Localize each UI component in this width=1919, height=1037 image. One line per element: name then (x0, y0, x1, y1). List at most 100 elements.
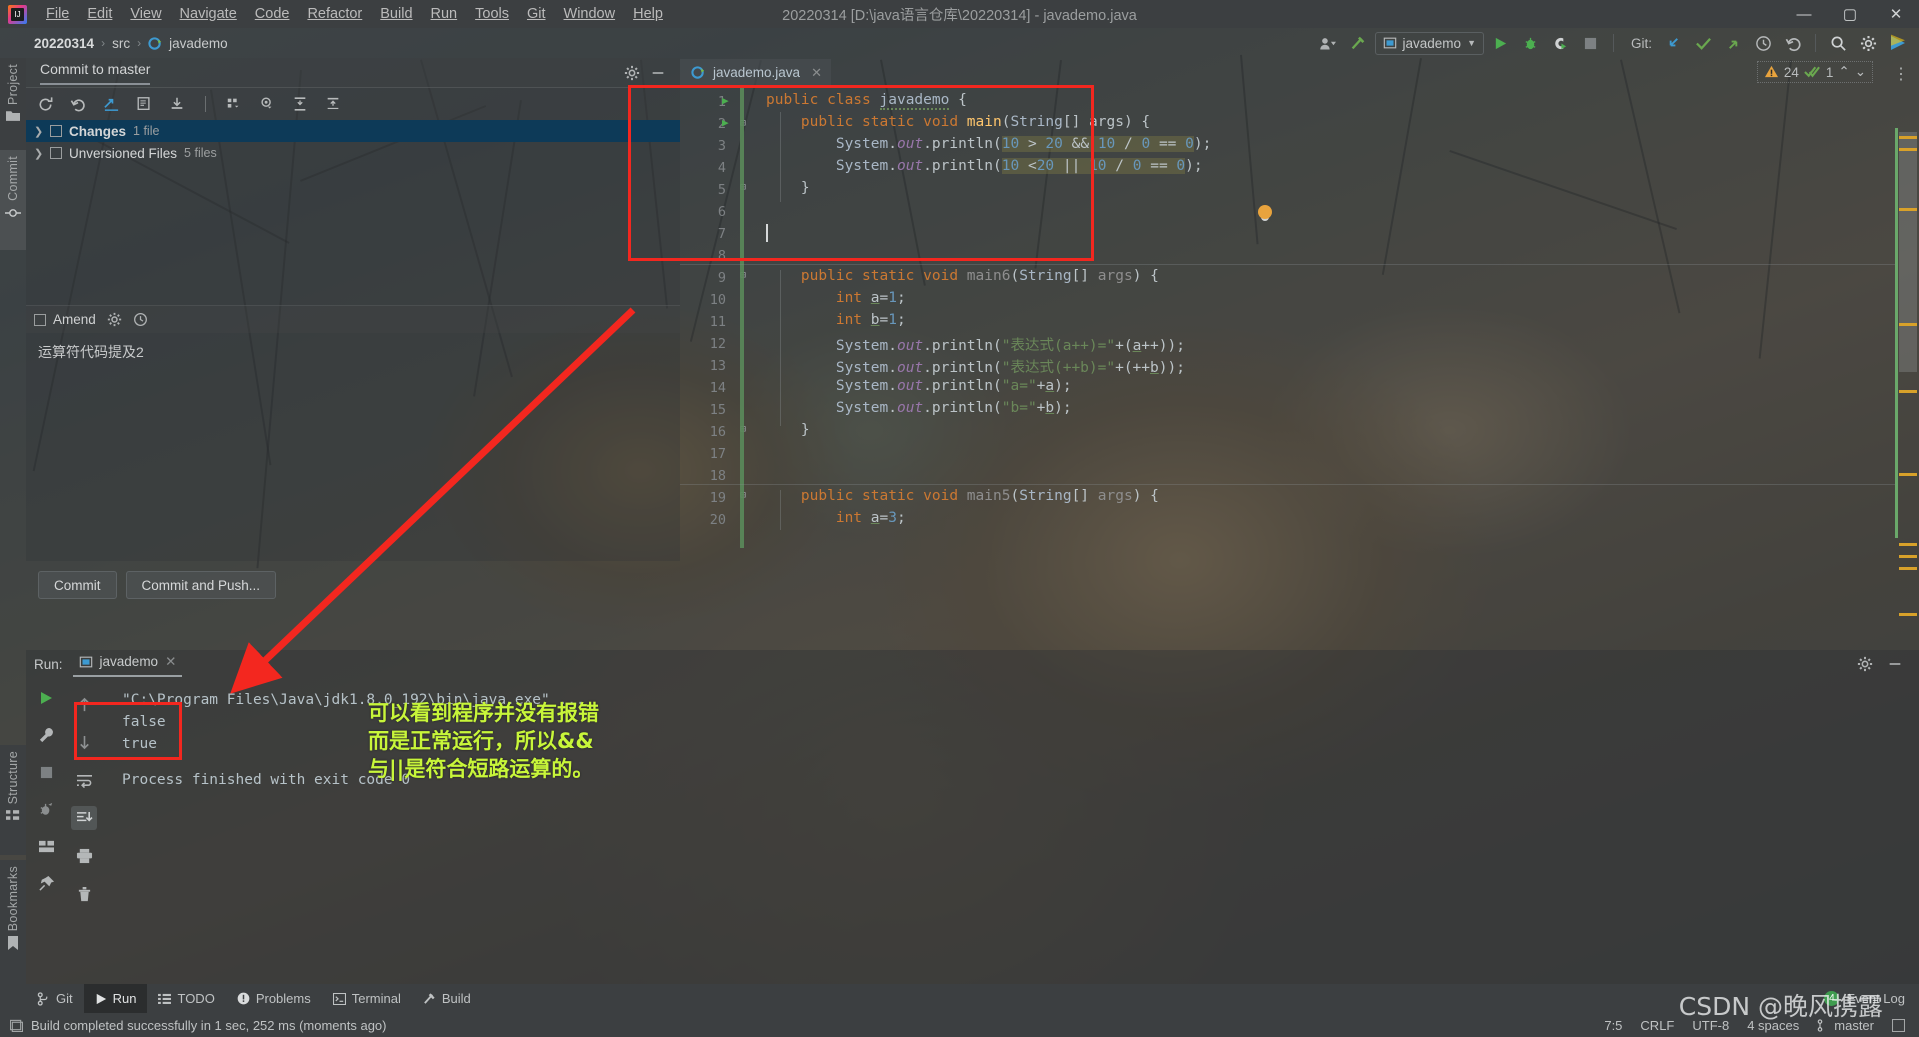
menu-item-navigate[interactable]: Navigate (171, 3, 246, 25)
problem-marker[interactable] (1899, 390, 1917, 393)
tool-button-run[interactable]: Run (83, 984, 148, 1013)
changes-checkbox[interactable] (50, 125, 62, 137)
rollback-icon[interactable] (68, 94, 88, 114)
prev-problem-icon[interactable]: ⌃ (1838, 64, 1849, 80)
close-button[interactable]: ✕ (1873, 0, 1919, 28)
settings-gear-icon[interactable] (624, 65, 640, 81)
settings-wrench-icon[interactable] (33, 723, 59, 747)
collapse-all-icon[interactable] (323, 94, 343, 114)
commit-button[interactable]: Commit (38, 571, 117, 599)
preview-icon[interactable] (257, 94, 277, 114)
menu-item-run[interactable]: Run (422, 3, 467, 25)
commit-message-history-icon[interactable] (133, 312, 148, 327)
menu-item-tools[interactable]: Tools (466, 3, 518, 25)
problem-marker[interactable] (1899, 136, 1917, 139)
ide-help-icon[interactable] (1885, 31, 1911, 55)
show-diff-icon[interactable] (134, 94, 154, 114)
close-icon[interactable]: ✕ (165, 654, 176, 670)
print-icon[interactable] (71, 844, 97, 868)
minimize-icon[interactable] (650, 65, 666, 81)
problem-marker[interactable] (1899, 323, 1917, 326)
problem-marker[interactable] (1899, 208, 1917, 211)
close-icon[interactable]: ✕ (811, 65, 822, 81)
run-tab-javademo[interactable]: javademo ✕ (72, 652, 183, 677)
commit-and-push-button[interactable]: Commit and Push... (125, 571, 277, 599)
group-by-icon[interactable] (224, 94, 244, 114)
tree-row-unversioned[interactable]: ❯ Unversioned Files 5 files (26, 142, 680, 164)
menu-item-file[interactable]: File (37, 3, 78, 25)
editor-options-icon[interactable]: ⋮ (1893, 64, 1919, 88)
amend-checkbox[interactable] (34, 313, 46, 326)
diff-icon[interactable] (101, 94, 121, 114)
git-push-icon[interactable] (1720, 31, 1746, 55)
breadcrumb-folder[interactable]: src (112, 36, 130, 51)
commit-options-gear-icon[interactable] (107, 312, 122, 327)
refresh-icon[interactable] (35, 94, 55, 114)
run-icon[interactable] (1488, 31, 1514, 55)
trash-icon[interactable] (71, 882, 97, 906)
pin-icon[interactable] (33, 871, 59, 895)
inspections-widget[interactable]: 24 1 ⌃ ⌄ (1756, 61, 1873, 83)
scroll-to-end-icon[interactable] (71, 806, 97, 830)
tree-row-changes[interactable]: ❯ Changes 1 file (26, 120, 680, 142)
coverage-icon[interactable] (1548, 31, 1574, 55)
rollback-icon[interactable] (1780, 31, 1806, 55)
menu-item-git[interactable]: Git (518, 3, 555, 25)
shelve-icon[interactable] (167, 94, 187, 114)
tool-button-terminal[interactable]: Terminal (322, 984, 412, 1013)
editor-tab-javademo[interactable]: javademo.java ✕ (680, 59, 831, 88)
user-icon[interactable] (1315, 31, 1341, 55)
tool-button-problems[interactable]: Problems (226, 984, 322, 1013)
sidebar-item-commit[interactable]: Commit (0, 150, 26, 226)
menu-item-view[interactable]: View (121, 3, 170, 25)
amend-checkbox-wrap[interactable]: Amend (34, 312, 96, 327)
problem-marker[interactable] (1899, 613, 1917, 616)
git-commit-icon[interactable] (1690, 31, 1716, 55)
sidebar-item-project[interactable]: Project (0, 58, 26, 128)
expand-all-icon[interactable] (290, 94, 310, 114)
settings-gear-icon[interactable] (1855, 31, 1881, 55)
breadcrumb-project[interactable]: 20220314 (34, 36, 94, 51)
tool-button-build[interactable]: Build (412, 984, 482, 1013)
caret-position[interactable]: 7:5 (1604, 1018, 1622, 1033)
problem-marker[interactable] (1899, 543, 1917, 546)
problem-marker[interactable] (1899, 473, 1917, 476)
editor-gutter[interactable]: 1 2 3 4 5 6 7 8 9 10 11 12 13 14 15 16 1… (680, 88, 736, 639)
problem-marker[interactable] (1899, 555, 1917, 558)
search-icon[interactable] (1825, 31, 1851, 55)
stop-icon[interactable] (33, 760, 59, 784)
minimize-icon[interactable] (1887, 656, 1903, 672)
problem-marker[interactable] (1899, 148, 1917, 151)
minimize-button[interactable]: — (1781, 0, 1827, 28)
editor-scrollbar[interactable] (1895, 118, 1919, 639)
commit-message-input[interactable]: 运算符代码提及2 (26, 333, 680, 561)
layout-icon[interactable] (33, 834, 59, 858)
kill-process-icon[interactable] (33, 797, 59, 821)
debug-icon[interactable] (1518, 31, 1544, 55)
breadcrumb-file[interactable]: javademo (169, 36, 228, 51)
notifications-icon[interactable] (1892, 1018, 1905, 1032)
scroll-down-icon[interactable] (71, 730, 97, 754)
line-separator[interactable]: CRLF (1640, 1018, 1674, 1033)
sidebar-item-bookmarks[interactable]: Bookmarks (0, 860, 26, 957)
intention-bulb-icon[interactable] (1258, 205, 1272, 219)
maximize-button[interactable]: ▢ (1827, 0, 1873, 28)
next-problem-icon[interactable]: ⌄ (1855, 64, 1866, 80)
menu-item-code[interactable]: Code (246, 3, 299, 25)
soft-wrap-icon[interactable] (71, 768, 97, 792)
tool-button-todo[interactable]: TODO (147, 984, 225, 1013)
menu-item-window[interactable]: Window (555, 3, 625, 25)
chevron-right-icon[interactable]: ❯ (34, 125, 50, 138)
run-method-gutter-icon[interactable]: ▶ (722, 116, 729, 129)
unversioned-checkbox[interactable] (50, 147, 62, 159)
tool-button-git[interactable]: Git (26, 984, 84, 1013)
history-icon[interactable] (1750, 31, 1776, 55)
rerun-icon[interactable] (33, 686, 59, 710)
settings-gear-icon[interactable] (1857, 656, 1873, 672)
menu-item-refactor[interactable]: Refactor (298, 3, 371, 25)
problem-marker[interactable] (1899, 567, 1917, 570)
vcs-change-marker[interactable] (740, 88, 744, 548)
code-editor[interactable]: 1 2 3 4 5 6 7 8 9 10 11 12 13 14 15 16 1… (680, 88, 1919, 639)
run-class-gutter-icon[interactable]: ▶ (722, 94, 729, 107)
menu-item-edit[interactable]: Edit (78, 3, 121, 25)
